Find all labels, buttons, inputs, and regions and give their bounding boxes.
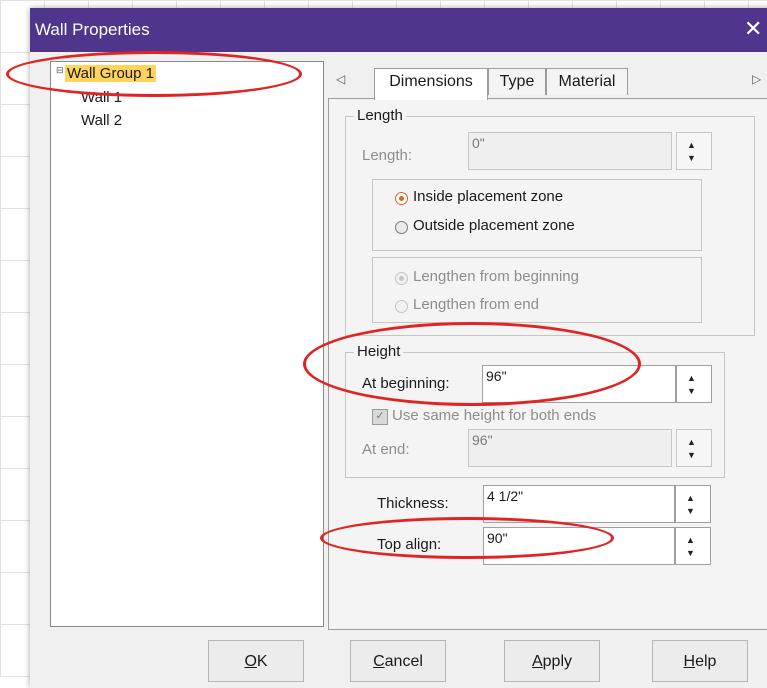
lengthen-box: Lengthen from beginning Lengthen from en…: [372, 257, 702, 323]
tab-dimensions[interactable]: Dimensions: [374, 68, 488, 100]
at-end-field[interactable]: 96": [468, 429, 672, 467]
spin-up-icon[interactable]: ▲: [687, 438, 696, 447]
cancel-label-rest: ancel: [384, 653, 423, 670]
spin-up-icon[interactable]: ▲: [686, 536, 695, 545]
thickness-label: Thickness:: [377, 495, 449, 512]
inside-placement-radio[interactable]: [395, 192, 408, 205]
tab-scroll-right-icon[interactable]: ▷: [752, 72, 761, 86]
length-spinner[interactable]: ▲ ▼: [676, 132, 712, 170]
apply-button[interactable]: Apply: [504, 640, 600, 682]
spin-up-icon[interactable]: ▲: [687, 141, 696, 150]
ok-label-rest: K: [256, 653, 268, 670]
spin-down-icon[interactable]: ▼: [687, 387, 696, 396]
spin-down-icon[interactable]: ▼: [687, 154, 696, 163]
collapse-icon[interactable]: ⊟: [56, 66, 64, 75]
thickness-spinner[interactable]: ▲ ▼: [675, 485, 711, 523]
lengthen-end-radio[interactable]: [395, 300, 408, 313]
tab-strip: ◁ Dimensions Type Material ▷: [330, 68, 767, 100]
outside-placement-label[interactable]: Outside placement zone: [413, 217, 575, 234]
length-group-label: Length: [354, 107, 406, 124]
ok-button[interactable]: OK: [208, 640, 304, 682]
lengthen-beginning-label[interactable]: Lengthen from beginning: [413, 268, 579, 285]
apply-mnemonic: A: [531, 653, 543, 670]
at-beginning-spinner[interactable]: ▲ ▼: [676, 365, 712, 403]
wall-tree[interactable]: ⊟ Wall Group 1 Wall 1 Wall 2: [50, 61, 324, 627]
top-align-spinner[interactable]: ▲ ▼: [675, 527, 711, 565]
apply-label-rest: pply: [542, 653, 573, 670]
height-group: Height At beginning: 96" ▲ ▼ ✓ Use same …: [345, 343, 725, 478]
spin-up-icon[interactable]: ▲: [686, 494, 695, 503]
wall-properties-dialog: Wall Properties ✕ ⊟ Wall Group 1 Wall 1 …: [30, 8, 767, 688]
same-height-label[interactable]: Use same height for both ends: [392, 407, 596, 424]
tree-item-wall-group[interactable]: Wall Group 1: [65, 65, 156, 82]
close-icon[interactable]: ✕: [744, 16, 762, 42]
title-bar: Wall Properties ✕: [30, 8, 767, 52]
tree-item-wall-1[interactable]: Wall 1: [81, 89, 122, 106]
height-group-label: Height: [354, 343, 404, 360]
tab-material[interactable]: Material: [546, 68, 628, 95]
dimensions-panel: Length Length: 0" ▲ ▼ Inside placement z…: [328, 98, 767, 630]
top-align-label: Top align:: [377, 536, 442, 553]
at-beginning-field[interactable]: 96": [482, 365, 676, 403]
length-field[interactable]: 0": [468, 132, 672, 170]
length-label: Length:: [362, 147, 413, 164]
dialog-title: Wall Properties: [35, 20, 150, 39]
length-group: Length Length: 0" ▲ ▼ Inside placement z…: [345, 107, 755, 336]
spin-down-icon[interactable]: ▼: [687, 451, 696, 460]
help-label-rest: elp: [695, 653, 717, 670]
spin-down-icon[interactable]: ▼: [686, 507, 695, 516]
thickness-field[interactable]: 4 1/2": [483, 485, 675, 523]
at-beginning-label: At beginning:: [362, 375, 450, 392]
outside-placement-radio[interactable]: [395, 221, 408, 234]
spin-up-icon[interactable]: ▲: [687, 374, 696, 383]
cancel-button[interactable]: Cancel: [350, 640, 446, 682]
at-end-spinner[interactable]: ▲ ▼: [676, 429, 712, 467]
lengthen-beginning-radio[interactable]: [395, 272, 408, 285]
cancel-mnemonic: C: [373, 653, 385, 670]
placement-zone-box: Inside placement zone Outside placement …: [372, 179, 702, 251]
at-end-label: At end:: [362, 441, 410, 458]
spin-down-icon[interactable]: ▼: [686, 549, 695, 558]
inside-placement-label[interactable]: Inside placement zone: [413, 188, 563, 205]
ok-mnemonic: O: [244, 653, 257, 670]
help-button[interactable]: Help: [652, 640, 748, 682]
tab-type[interactable]: Type: [488, 68, 546, 95]
lengthen-end-label[interactable]: Lengthen from end: [413, 296, 539, 313]
tree-item-wall-2[interactable]: Wall 2: [81, 112, 122, 129]
help-mnemonic: H: [683, 653, 696, 670]
top-align-field[interactable]: 90": [483, 527, 675, 565]
same-height-checkbox[interactable]: ✓: [372, 409, 388, 425]
tab-scroll-left-icon[interactable]: ◁: [336, 72, 345, 86]
